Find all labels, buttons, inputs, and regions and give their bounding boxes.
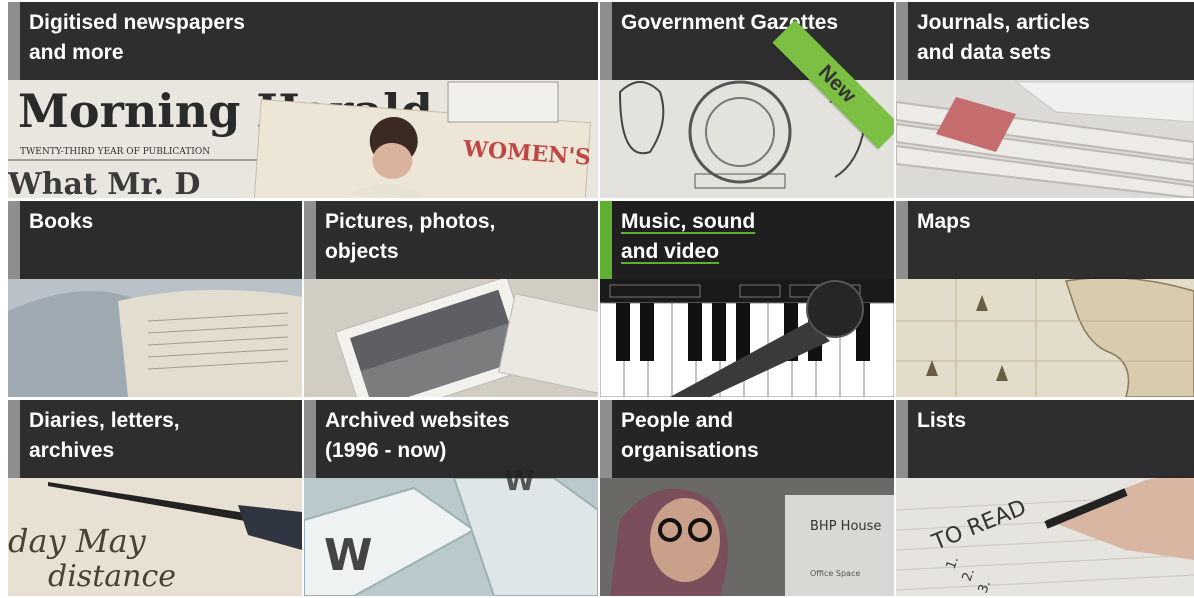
- category-grid: Morning Herald. TWENTY-THIRD YEAR OF PUB…: [0, 0, 1194, 598]
- sign-text-2: Office Space: [810, 569, 860, 578]
- tile-accent: [600, 2, 612, 80]
- tile-diaries-letters[interactable]: day May distance Diaries, letters, archi…: [8, 400, 302, 596]
- tile-government-gazettes[interactable]: Government Gazettes New: [600, 2, 894, 198]
- tile-accent: [896, 2, 908, 80]
- tile-people-organisations[interactable]: BHP House Office Space People and organi…: [600, 400, 894, 596]
- tile-books[interactable]: Books: [8, 201, 302, 397]
- tile-pictures-photos[interactable]: Pictures, photos, objects: [304, 201, 598, 397]
- tile-journals[interactable]: Journals, articles and data sets: [896, 2, 1194, 198]
- tile-accent: [8, 400, 20, 478]
- tile-label[interactable]: Maps: [917, 207, 1184, 237]
- script-text-2: distance: [48, 559, 176, 594]
- tile-accent: [896, 400, 908, 478]
- tile-accent: [600, 201, 612, 279]
- key-letter-w: W: [324, 530, 373, 581]
- fragment-text: What Mr. D: [8, 167, 200, 198]
- tile-label[interactable]: People and organisations: [621, 406, 884, 466]
- tile-accent: [304, 201, 316, 279]
- script-text-1: day May: [8, 522, 147, 560]
- tile-archived-websites[interactable]: W W Archived websites (1996 - now): [304, 400, 598, 596]
- tile-accent: [8, 201, 20, 279]
- tile-accent: [600, 400, 612, 478]
- tile-label[interactable]: Lists: [917, 406, 1184, 436]
- tile-accent: [8, 2, 20, 80]
- tile-label[interactable]: Diaries, letters, archives: [29, 406, 292, 466]
- tile-music-sound-video[interactable]: Music, sound and video: [600, 201, 894, 397]
- tile-digitised-newspapers[interactable]: Morning Herald. TWENTY-THIRD YEAR OF PUB…: [8, 2, 598, 198]
- tile-label[interactable]: Pictures, photos, objects: [325, 207, 588, 267]
- tile-label[interactable]: Government Gazettes: [621, 8, 884, 38]
- tile-accent: [304, 400, 316, 478]
- tile-label[interactable]: Archived websites (1996 - now): [325, 406, 588, 466]
- tile-label[interactable]: Music, sound and video: [621, 207, 884, 267]
- tile-label[interactable]: Digitised newspapers and more: [29, 8, 588, 68]
- tile-accent: [896, 201, 908, 279]
- tile-label[interactable]: Books: [29, 207, 292, 237]
- tile-lists[interactable]: TO READ 1. 2. 3. Lists: [896, 400, 1194, 596]
- tile-maps[interactable]: Maps: [896, 201, 1194, 397]
- sign-text: BHP House: [810, 519, 881, 534]
- subline-text: TWENTY-THIRD YEAR OF PUBLICATION: [20, 147, 210, 157]
- tile-label[interactable]: Journals, articles and data sets: [917, 8, 1184, 68]
